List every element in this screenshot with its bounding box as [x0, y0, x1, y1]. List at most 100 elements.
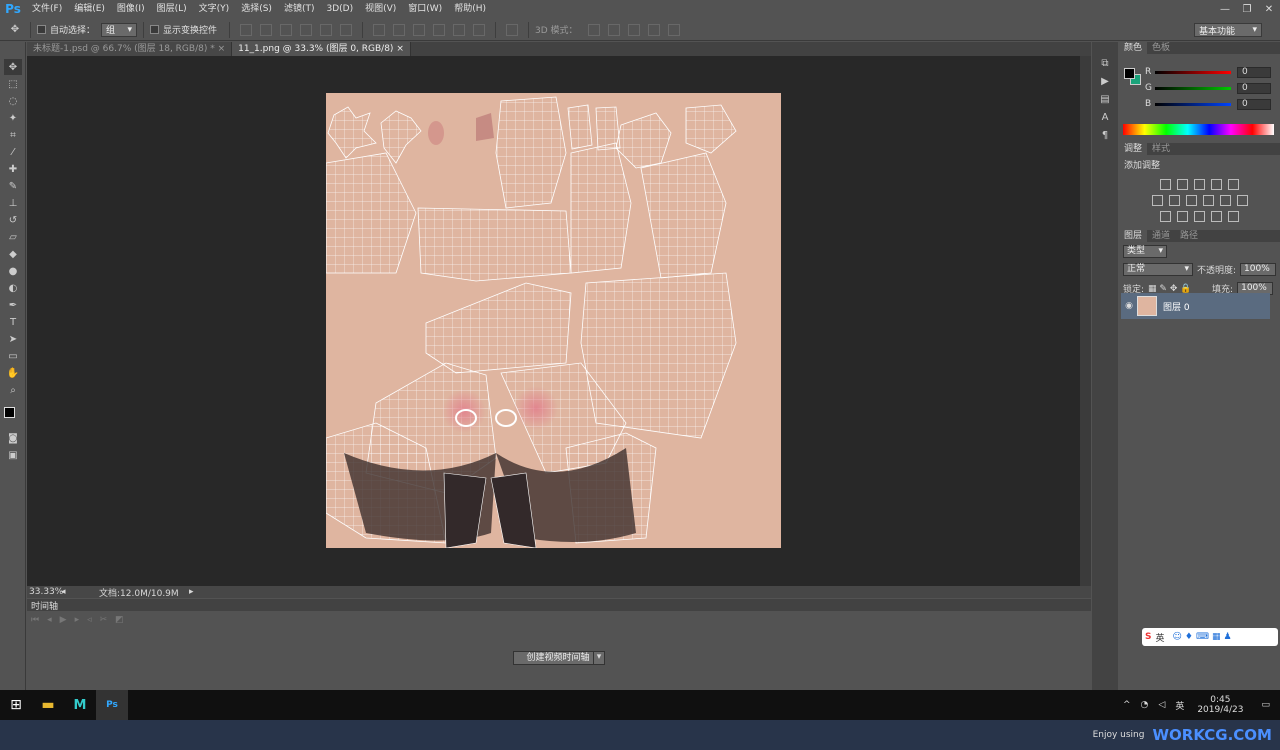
channel-value[interactable]: 0: [1237, 82, 1271, 94]
zoom-tool-icon[interactable]: ⌕: [4, 382, 22, 398]
dodge-tool-icon[interactable]: ◐: [4, 280, 22, 296]
fg-color-swatch[interactable]: [1124, 68, 1135, 79]
align-center-icon[interactable]: [320, 23, 333, 36]
photo-filter-icon[interactable]: [1202, 195, 1214, 206]
ime-tools-icon[interactable]: ☺♦⌨▦♟: [1173, 632, 1235, 642]
tab-channels[interactable]: 通道: [1147, 230, 1175, 242]
path-select-icon[interactable]: ➤: [4, 331, 22, 347]
photoshop-taskbar-icon[interactable]: Ps: [96, 690, 128, 720]
color-balance-icon[interactable]: [1168, 195, 1180, 206]
blur-tool-icon[interactable]: ●: [4, 263, 22, 279]
align-left-icon[interactable]: [300, 23, 313, 36]
rotate-3d-icon[interactable]: [587, 23, 600, 36]
zoom-level[interactable]: 33.33%: [27, 587, 63, 597]
color-lookup-icon[interactable]: [1236, 195, 1248, 206]
screen-mode-icon[interactable]: ▣: [4, 447, 22, 463]
timeline-title[interactable]: 时间轴: [31, 599, 58, 612]
close-tab-icon[interactable]: ×: [393, 44, 404, 54]
ime-language[interactable]: 英: [1155, 631, 1164, 644]
quick-mask-icon[interactable]: ◙: [4, 430, 22, 446]
tab-styles[interactable]: 样式: [1147, 143, 1175, 155]
auto-select-dropdown[interactable]: 组 ▾: [101, 22, 138, 37]
scale-3d-icon[interactable]: [667, 23, 680, 36]
channel-value[interactable]: 0: [1237, 98, 1271, 110]
lasso-tool-icon[interactable]: ◌: [4, 93, 22, 109]
close-tab-icon[interactable]: ×: [215, 44, 226, 54]
minimize-icon[interactable]: —: [1214, 0, 1236, 18]
healing-brush-icon[interactable]: ✚: [4, 161, 22, 177]
file-explorer-icon[interactable]: ▬: [32, 690, 64, 720]
status-arrow-icon[interactable]: ▸: [189, 587, 194, 597]
threshold-icon[interactable]: [1194, 211, 1205, 222]
paint-bucket-icon[interactable]: ◆: [4, 246, 22, 262]
clone-stamp-icon[interactable]: ⊥: [4, 195, 22, 211]
next-frame-icon[interactable]: ▸: [75, 615, 80, 625]
menu-item[interactable]: 图层(L): [151, 0, 193, 18]
distribute-right-icon[interactable]: [473, 23, 486, 36]
menu-item[interactable]: 3D(D): [320, 0, 359, 18]
color-spectrum[interactable]: [1123, 124, 1274, 135]
foreground-color-swatch[interactable]: [4, 407, 15, 418]
lock-icons[interactable]: ▦ ✎ ✥ 🔒: [1148, 284, 1208, 294]
prev-frame-icon[interactable]: ◂: [47, 615, 52, 625]
posterize-icon[interactable]: [1177, 211, 1188, 222]
scissors-icon[interactable]: ✂: [100, 615, 108, 625]
invert-icon[interactable]: [1160, 211, 1171, 222]
character-icon[interactable]: A: [1096, 112, 1114, 126]
move-tool-icon[interactable]: ✥: [4, 59, 22, 75]
document-info[interactable]: 文档:12.0M/10.9M: [99, 586, 189, 599]
brush-tool-icon[interactable]: ✎: [4, 178, 22, 194]
selective-color-icon[interactable]: [1228, 211, 1239, 222]
show-transform-checkbox[interactable]: [150, 25, 160, 34]
tray-arrow-icon[interactable]: ^: [1123, 700, 1131, 710]
volume-icon[interactable]: ◁: [1158, 700, 1165, 710]
document-canvas[interactable]: [325, 93, 781, 549]
channel-mixer-icon[interactable]: [1219, 195, 1231, 206]
menu-item[interactable]: 文件(F): [26, 0, 68, 18]
black-white-icon[interactable]: [1185, 195, 1197, 206]
align-middle-icon[interactable]: [260, 23, 273, 36]
curves-icon[interactable]: [1194, 179, 1205, 190]
first-frame-icon[interactable]: ⏮: [31, 615, 39, 625]
clock[interactable]: 0:45 2019/4/23: [1197, 695, 1243, 715]
tab-paths[interactable]: 路径: [1175, 230, 1203, 242]
transition-icon[interactable]: ◩: [115, 615, 124, 625]
properties-icon[interactable]: ▤: [1096, 94, 1114, 108]
layer-filter-dropdown[interactable]: 类型 ▾: [1123, 245, 1167, 258]
blend-mode-dropdown[interactable]: 正常 ▾: [1123, 263, 1193, 276]
type-tool-icon[interactable]: T: [4, 314, 22, 330]
history-brush-icon[interactable]: ↺: [4, 212, 22, 228]
levels-icon[interactable]: [1177, 179, 1188, 190]
auto-align-icon[interactable]: [506, 23, 519, 36]
gradient-map-icon[interactable]: [1211, 211, 1222, 222]
distribute-left-icon[interactable]: [433, 23, 446, 36]
channel-slider[interactable]: [1155, 102, 1231, 106]
play-icon[interactable]: ▶: [60, 615, 67, 625]
menu-item[interactable]: 窗口(W): [402, 0, 448, 18]
distribute-bottom-icon[interactable]: [413, 23, 426, 36]
hand-tool-icon[interactable]: ✋: [4, 365, 22, 381]
slide-3d-icon[interactable]: [647, 23, 660, 36]
menu-item[interactable]: 视图(V): [359, 0, 402, 18]
menu-item[interactable]: 选择(S): [235, 0, 278, 18]
exposure-icon[interactable]: [1211, 179, 1222, 190]
marquee-tool-icon[interactable]: ⬚: [4, 76, 22, 92]
distribute-center-icon[interactable]: [453, 23, 466, 36]
menu-item[interactable]: 图像(I): [111, 0, 151, 18]
menu-item[interactable]: 文字(Y): [193, 0, 236, 18]
tray-language[interactable]: 英: [1175, 699, 1184, 712]
close-icon[interactable]: ✕: [1258, 0, 1280, 18]
eyedropper-icon[interactable]: ⁄: [4, 144, 22, 160]
audio-icon[interactable]: ◃: [87, 615, 92, 625]
move-tool-icon[interactable]: ✥: [6, 22, 24, 38]
create-video-timeline-button[interactable]: 创建视频时间轴: [513, 651, 603, 665]
notifications-icon[interactable]: ▭: [1261, 700, 1270, 710]
document-tab[interactable]: 11_1.png @ 33.3% (图层 0, RGB/8) ×: [232, 42, 411, 56]
pen-tool-icon[interactable]: ✒: [4, 297, 22, 313]
align-top-icon[interactable]: [240, 23, 253, 36]
vertical-scrollbar[interactable]: [1080, 56, 1091, 586]
distribute-middle-icon[interactable]: [393, 23, 406, 36]
windows-start-icon[interactable]: ⊞: [0, 690, 32, 720]
network-icon[interactable]: ◔: [1141, 700, 1149, 710]
layer-name[interactable]: 图层 0: [1163, 300, 1190, 313]
